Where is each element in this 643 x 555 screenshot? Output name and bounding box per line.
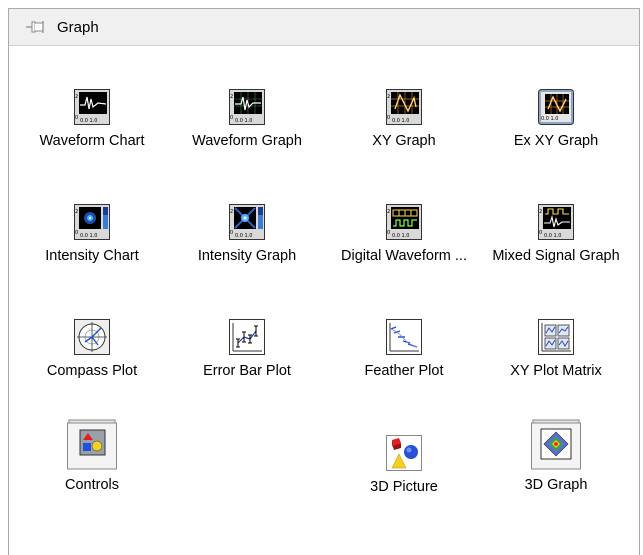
- 3d-picture-icon: [386, 435, 422, 471]
- palette-item-intensity-chart[interactable]: 2 0 0.0 1.0 Intensity Chart: [17, 204, 167, 266]
- palette-item-controls-folder[interactable]: Controls: [17, 417, 167, 495]
- error-bar-plot-icon: [229, 319, 265, 355]
- svg-text:2: 2: [539, 209, 542, 215]
- xy-plot-matrix-icon: [538, 319, 574, 355]
- palette-item-digital-waveform[interactable]: 2 0 0.0 1.0 Digital Waveform ...: [329, 204, 479, 266]
- intensity-graph-icon: 2 0 0.0 1.0: [229, 204, 265, 240]
- svg-text:0.0 1.0: 0.0 1.0: [235, 118, 253, 124]
- intensity-chart-icon: 2 0 0.0 1.0: [74, 204, 110, 240]
- svg-text:0: 0: [230, 115, 233, 121]
- svg-text:0.0 1.0: 0.0 1.0: [80, 118, 98, 124]
- svg-text:0: 0: [387, 115, 390, 121]
- 3d-graph-icon: [531, 419, 581, 470]
- ex-xy-graph-icon: 0.0 1.0: [538, 89, 574, 125]
- controls-folder-icon: [67, 419, 117, 470]
- palette-item-waveform-graph[interactable]: 2 0 0.0 1.0 Waveform Graph: [172, 89, 322, 151]
- palette-item-xy-plot-matrix[interactable]: XY Plot Matrix: [481, 319, 631, 381]
- mixed-signal-graph-icon: 2 0 0.0 1.0: [538, 204, 574, 240]
- svg-text:2: 2: [75, 209, 78, 215]
- graph-palette: Graph 2 0 0.0 1.0 Waveform Chart 2 0 0.0…: [8, 8, 640, 555]
- svg-text:0: 0: [75, 115, 78, 121]
- svg-text:0: 0: [387, 230, 390, 236]
- svg-text:0: 0: [539, 230, 542, 236]
- digital-waveform-icon: 2 0 0.0 1.0: [386, 204, 422, 240]
- palette-item-mixed-signal-graph[interactable]: 2 0 0.0 1.0 Mixed Signal Graph: [481, 204, 631, 266]
- svg-text:2: 2: [230, 209, 233, 215]
- svg-text:0.0 1.0: 0.0 1.0: [80, 233, 98, 239]
- svg-text:2: 2: [230, 94, 233, 100]
- palette-title: Graph: [57, 18, 99, 36]
- palette-titlebar: Graph: [9, 9, 639, 46]
- palette-item-intensity-graph[interactable]: 2 0 0.0 1.0 Intensity Graph: [172, 204, 322, 266]
- palette-item-waveform-chart[interactable]: 2 0 0.0 1.0 Waveform Chart: [17, 89, 167, 151]
- svg-text:0.0 1.0: 0.0 1.0: [392, 118, 410, 124]
- svg-text:0.0 1.0: 0.0 1.0: [541, 116, 559, 122]
- palette-item-3d-graph[interactable]: 3D Graph: [481, 417, 631, 495]
- palette-item-3d-picture[interactable]: 3D Picture: [329, 435, 479, 497]
- svg-text:2: 2: [75, 94, 78, 100]
- svg-text:0.0 1.0: 0.0 1.0: [235, 233, 253, 239]
- svg-text:2: 2: [387, 209, 390, 215]
- palette-item-error-bar-plot[interactable]: Error Bar Plot: [172, 319, 322, 381]
- pin-icon[interactable]: [25, 18, 47, 36]
- compass-plot-icon: [74, 319, 110, 355]
- svg-text:2: 2: [387, 94, 390, 100]
- svg-text:0.0 1.0: 0.0 1.0: [392, 233, 410, 239]
- waveform-graph-icon: 2 0 0.0 1.0: [229, 89, 265, 125]
- palette-item-ex-xy-graph[interactable]: 0.0 1.0 Ex XY Graph: [481, 89, 631, 151]
- palette-item-xy-graph[interactable]: 2 0 0.0 1.0 XY Graph: [329, 89, 479, 151]
- svg-text:0.0 1.0: 0.0 1.0: [544, 233, 562, 239]
- palette-item-compass-plot[interactable]: Compass Plot: [17, 319, 167, 381]
- svg-text:0: 0: [75, 230, 78, 236]
- xy-graph-icon: 2 0 0.0 1.0: [386, 89, 422, 125]
- feather-plot-icon: [386, 319, 422, 355]
- waveform-chart-icon: 2 0 0.0 1.0: [74, 89, 110, 125]
- svg-text:0: 0: [230, 230, 233, 236]
- palette-item-feather-plot[interactable]: Feather Plot: [329, 319, 479, 381]
